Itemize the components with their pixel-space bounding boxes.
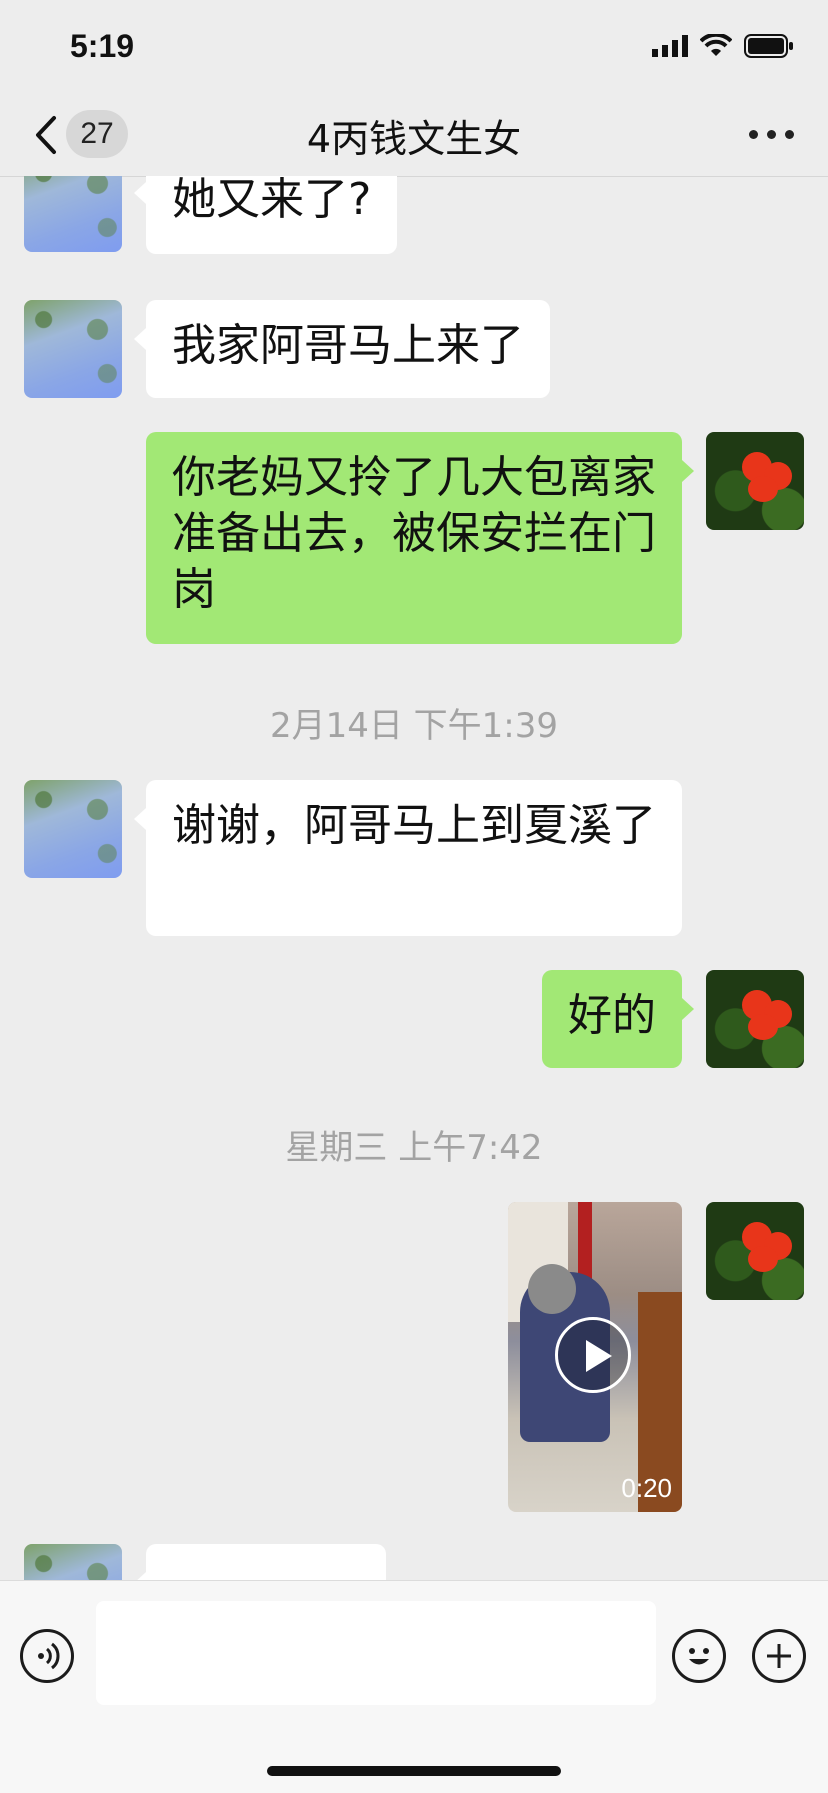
contact-avatar[interactable]	[24, 780, 122, 878]
more-dots-icon[interactable]	[749, 130, 794, 139]
home-indicator	[267, 1766, 561, 1776]
my-avatar[interactable]	[706, 970, 804, 1068]
status-icons	[652, 34, 794, 58]
message-bubble-incoming[interactable]	[134, 1544, 386, 1580]
chat-title: 4丙钱文生女	[306, 117, 522, 161]
video-duration: 0:20	[621, 1473, 672, 1503]
message-bubble-incoming[interactable]: 谢谢，阿哥马上到夏溪了	[134, 780, 682, 936]
video-message[interactable]: 0:20	[508, 1202, 682, 1512]
status-bar: 5:19	[0, 0, 828, 96]
signal-icon	[652, 35, 688, 57]
status-time: 5:19	[70, 28, 135, 64]
play-icon[interactable]	[555, 1317, 631, 1393]
message-bubble-incoming[interactable]: 她又来了?	[133, 176, 398, 254]
battery-icon	[744, 34, 793, 58]
message-bubble-outgoing[interactable]: 你老妈又拎了几大包离家准备出去，被保安拦在门岗	[146, 432, 694, 644]
chat-header: 27 4丙钱文生女	[0, 96, 828, 177]
input-bar	[0, 1580, 828, 1793]
contact-avatar[interactable]	[24, 1544, 122, 1580]
my-avatar[interactable]	[706, 432, 804, 530]
emoji-icon[interactable]	[672, 1629, 726, 1683]
voice-icon[interactable]	[20, 1629, 74, 1683]
message-bubble-incoming[interactable]: 我家阿哥马上来了	[134, 300, 550, 398]
my-avatar[interactable]	[706, 1202, 804, 1300]
message-list[interactable]: 她又来了? 我家阿哥马上来了 你老妈又拎了几大包离家准备出去，被保安拦在门岗 2…	[0, 176, 828, 1580]
contact-avatar[interactable]	[24, 300, 122, 398]
message-bubble-outgoing[interactable]: 好的	[542, 970, 694, 1068]
contact-avatar[interactable]	[24, 176, 122, 252]
message-timestamp: 2月14日 下午1:39	[269, 706, 559, 746]
wifi-icon	[700, 34, 732, 56]
message-timestamp: 星期三 上午7:42	[285, 1128, 543, 1168]
plus-icon[interactable]	[752, 1629, 806, 1683]
message-input[interactable]	[96, 1601, 656, 1705]
